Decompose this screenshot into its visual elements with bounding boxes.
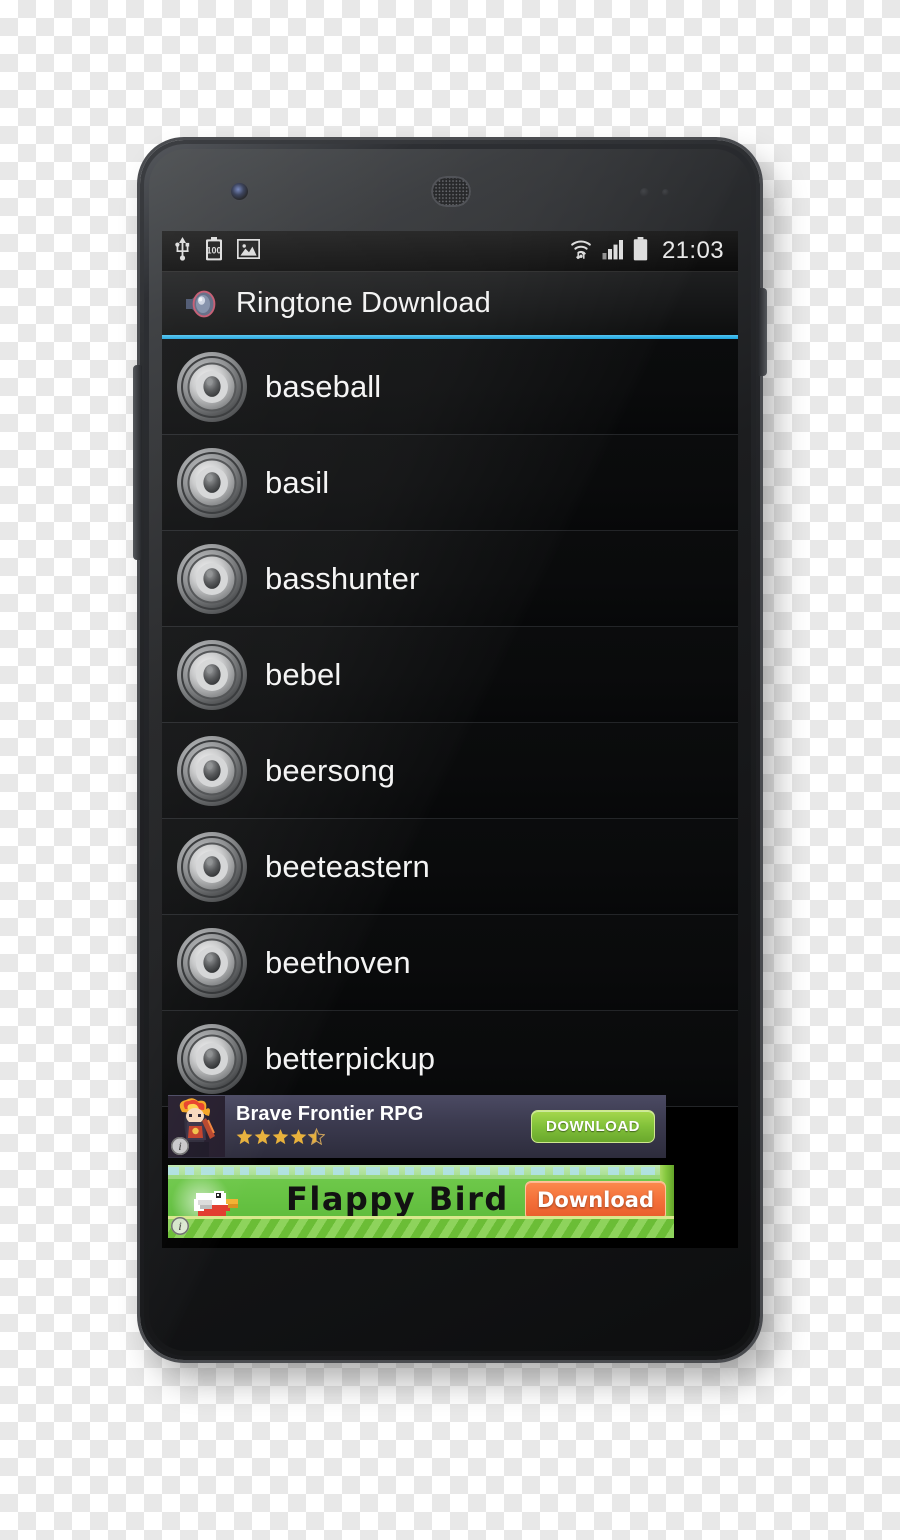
brave-frontier-download-button[interactable]: DOWNLOAD xyxy=(531,1110,655,1143)
subwoofer-speaker-icon xyxy=(175,830,249,904)
list-item[interactable]: basil xyxy=(162,435,738,531)
usb-icon xyxy=(174,236,191,266)
adchoices-info-icon-flappy[interactable]: i xyxy=(171,1217,189,1235)
rating-star-1 xyxy=(236,1128,253,1150)
subwoofer-speaker-icon xyxy=(175,542,249,616)
page-title: Ringtone Download xyxy=(236,287,491,319)
rating-star-4 xyxy=(290,1128,307,1150)
power-button[interactable] xyxy=(758,288,767,376)
list-item-label: basil xyxy=(265,464,330,500)
subwoofer-speaker-icon xyxy=(175,734,249,808)
ad-banner-flappy-bird[interactable]: Flappy Bird Download i xyxy=(168,1165,674,1238)
brave-frontier-info: Brave Frontier RPG xyxy=(236,1103,531,1150)
list-item-label: betterpickup xyxy=(265,1040,436,1076)
adchoices-info-icon[interactable]: i xyxy=(171,1137,189,1155)
brave-frontier-title: Brave Frontier RPG xyxy=(236,1103,424,1125)
smartphone-device: 100 21:03 Ringtone Download baseball bas… xyxy=(133,140,767,1360)
list-item-label: basshunter xyxy=(265,560,420,596)
battery-icon xyxy=(633,236,648,266)
subwoofer-speaker-icon xyxy=(175,1022,249,1096)
phone-screen: 100 21:03 Ringtone Download baseball bas… xyxy=(162,231,738,1248)
speaker-app-icon xyxy=(182,285,220,323)
flappy-bird-title: Flappy Bird xyxy=(286,1180,509,1218)
battery-100-icon: 100 xyxy=(205,236,223,266)
list-item-label: baseball xyxy=(265,368,382,404)
list-item-label: beersong xyxy=(265,752,396,788)
subwoofer-speaker-icon xyxy=(175,446,249,520)
status-bar-left-icons: 100 xyxy=(174,236,261,266)
list-item[interactable]: basshunter xyxy=(162,531,738,627)
ad-banner-brave-frontier[interactable]: Brave Frontier RPG DOWNLOAD i xyxy=(168,1095,666,1158)
subwoofer-speaker-icon xyxy=(175,638,249,712)
screenshot-image-icon xyxy=(236,238,261,264)
status-bar: 100 21:03 xyxy=(162,231,738,272)
front-camera-icon xyxy=(231,183,248,200)
rating-star-2 xyxy=(254,1128,271,1150)
proximity-sensor-icon xyxy=(640,188,649,197)
volume-rocker-button[interactable] xyxy=(133,365,142,560)
ringtone-list[interactable]: baseball basil basshunter bebel beersong… xyxy=(162,339,738,1107)
flappy-bird-download-button[interactable]: Download xyxy=(524,1181,666,1220)
list-item-label: beethoven xyxy=(265,944,411,980)
list-item[interactable]: baseball xyxy=(162,339,738,435)
list-item[interactable]: bebel xyxy=(162,627,738,723)
earpiece-speaker-icon xyxy=(431,176,471,207)
action-bar: Ringtone Download xyxy=(162,272,738,335)
light-sensor-icon xyxy=(662,189,669,196)
status-bar-right-icons: 21:03 xyxy=(569,236,724,266)
list-item[interactable]: beethoven xyxy=(162,915,738,1011)
svg-text:100: 100 xyxy=(206,245,221,255)
list-item-label: bebel xyxy=(265,656,342,692)
rating-star-5 xyxy=(307,1127,326,1150)
rating-star-3 xyxy=(272,1128,289,1150)
subwoofer-speaker-icon xyxy=(175,350,249,424)
list-item[interactable]: beeteastern xyxy=(162,819,738,915)
list-item[interactable]: betterpickup xyxy=(162,1011,738,1107)
list-item-label: beeteastern xyxy=(265,848,430,884)
flappy-ground xyxy=(168,1216,674,1238)
list-item[interactable]: beersong xyxy=(162,723,738,819)
cellular-signal-icon xyxy=(602,238,624,265)
wifi-icon xyxy=(569,237,593,266)
status-bar-clock: 21:03 xyxy=(661,237,724,264)
brave-frontier-rating-stars xyxy=(236,1127,531,1150)
subwoofer-speaker-icon xyxy=(175,926,249,1000)
